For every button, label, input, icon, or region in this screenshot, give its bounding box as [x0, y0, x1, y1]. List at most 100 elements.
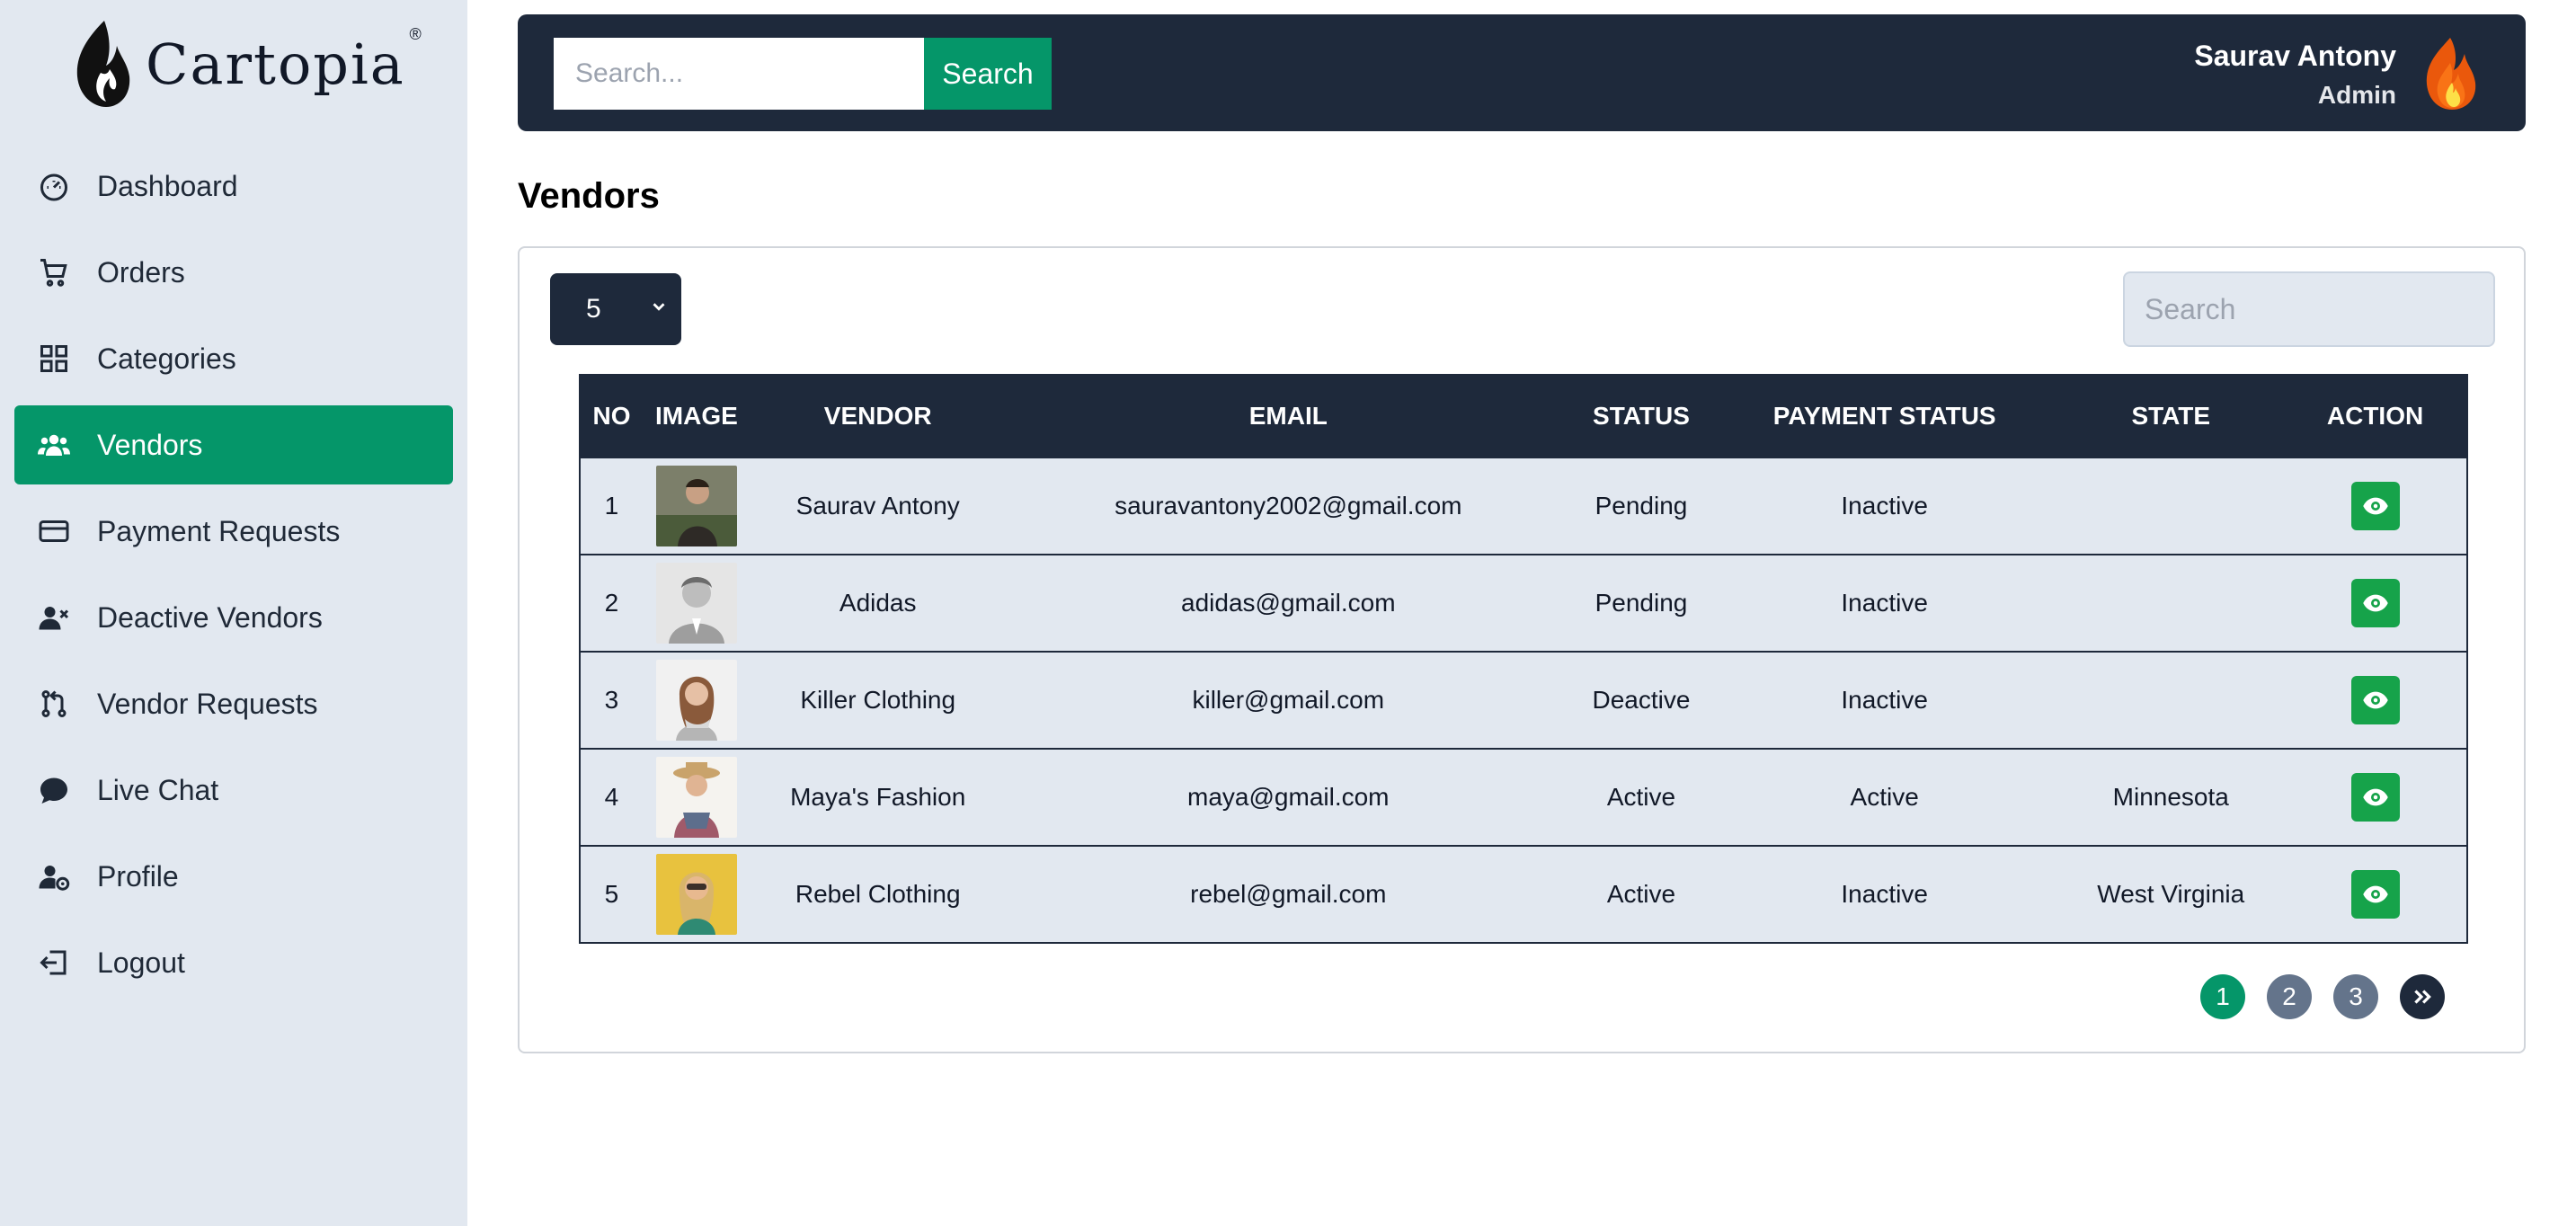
sidebar-item-label: Vendors: [97, 428, 203, 461]
cell-status: Deactive: [1571, 651, 1711, 749]
cell-payment-status: Inactive: [1710, 845, 2058, 943]
table-row: 3 Killer Clothing killer@gmail.com Deact…: [580, 651, 2467, 749]
cell-email: maya@gmail.com: [1005, 748, 1572, 846]
pagination: 1 2 3: [2200, 974, 2445, 1019]
sidebar-item-logout[interactable]: Logout: [14, 923, 453, 1002]
cell-vendor: Saurav Antony: [750, 457, 1006, 555]
sidebar-item-label: Orders: [97, 255, 185, 289]
vendors-card: 5 NO IMAGE VENDOR EMAIL STATUS PAYMENT S…: [518, 246, 2526, 1053]
vendor-photo: [655, 757, 737, 838]
header-search-input[interactable]: [554, 38, 924, 110]
dashboard-icon: [36, 168, 72, 204]
sidebar-item-dashboard[interactable]: Dashboard: [14, 147, 453, 226]
cell-image: [642, 554, 751, 652]
brand-logo[interactable]: Cartopia ®: [70, 16, 422, 111]
cell-email: adidas@gmail.com: [1005, 554, 1572, 652]
cell-state: Minnesota: [2057, 748, 2285, 846]
view-button[interactable]: [2350, 676, 2400, 724]
table-row: 1 Saurav Antony sauravantony2002@gmail.c…: [580, 457, 2467, 555]
table-row: 5 Rebel Clothing rebel@gmail.com Active …: [580, 845, 2467, 943]
cell-image: [642, 845, 751, 943]
table-row: 2 Adidas adidas@gmail.com Pending Inacti…: [580, 554, 2467, 652]
user-x-icon: [36, 600, 72, 635]
double-chevron-right-icon: [2414, 990, 2431, 1004]
page-size-select[interactable]: 5: [550, 273, 681, 345]
cart-icon: [36, 254, 72, 290]
view-button[interactable]: [2350, 870, 2400, 919]
grid-icon: [36, 341, 72, 377]
sidebar-item-label: Deactive Vendors: [97, 600, 323, 634]
vendor-photo: [655, 466, 737, 546]
table-header-row: NO IMAGE VENDOR EMAIL STATUS PAYMENT STA…: [580, 375, 2467, 458]
table-search-input[interactable]: [2123, 271, 2495, 347]
sidebar-item-categories[interactable]: Categories: [14, 319, 453, 398]
column-header-status: STATUS: [1571, 375, 1711, 458]
page-3-button[interactable]: 3: [2333, 974, 2378, 1019]
sidebar-item-label: Live Chat: [97, 773, 219, 806]
sidebar-item-label: Payment Requests: [97, 514, 341, 547]
cell-email: rebel@gmail.com: [1005, 845, 1572, 943]
avatar-fire-icon[interactable]: [2414, 36, 2486, 111]
chat-icon: [36, 772, 72, 808]
eye-icon: [2362, 885, 2388, 903]
cell-image: [642, 748, 751, 846]
cell-vendor: Rebel Clothing: [750, 845, 1006, 943]
cell-image: [642, 651, 751, 749]
cell-email: killer@gmail.com: [1005, 651, 1572, 749]
registered-mark: ®: [409, 25, 422, 43]
cell-vendor: Maya's Fashion: [750, 748, 1006, 846]
cell-payment-status: Inactive: [1710, 554, 2058, 652]
column-header-email: EMAIL: [1005, 375, 1572, 458]
sidebar: Cartopia ® Dashboard Orders Categories V…: [0, 0, 467, 1226]
users-icon: [36, 427, 72, 463]
cell-state: [2057, 457, 2285, 555]
eye-icon: [2362, 691, 2388, 709]
table-row: 4 Maya's Fashion maya@gmail.com Active A…: [580, 748, 2467, 846]
cell-payment-status: Active: [1710, 748, 2058, 846]
page-1-button[interactable]: 1: [2200, 974, 2245, 1019]
sidebar-item-orders[interactable]: Orders: [14, 233, 453, 312]
flame-logo-icon: [76, 21, 130, 107]
credit-card-icon: [36, 513, 72, 549]
eye-icon: [2362, 594, 2388, 612]
sidebar-item-deactive-vendors[interactable]: Deactive Vendors: [14, 578, 453, 657]
cell-vendor: Adidas: [750, 554, 1006, 652]
cell-no: 1: [580, 457, 643, 555]
user-name: Saurav Antony: [2194, 40, 2396, 72]
view-button[interactable]: [2350, 579, 2400, 627]
cell-no: 5: [580, 845, 643, 943]
page-title: Vendors: [518, 176, 660, 216]
sidebar-item-payment-requests[interactable]: Payment Requests: [14, 492, 453, 571]
brand-name: Cartopia: [146, 31, 405, 97]
sidebar-item-label: Profile: [97, 859, 179, 893]
cell-no: 4: [580, 748, 643, 846]
sidebar-item-profile[interactable]: Profile: [14, 837, 453, 916]
vendors-table: NO IMAGE VENDOR EMAIL STATUS PAYMENT STA…: [579, 374, 2468, 944]
cell-action: [2284, 748, 2467, 846]
user-role: Admin: [2317, 81, 2396, 109]
header-search-button[interactable]: Search: [924, 38, 1052, 110]
cell-state: [2057, 554, 2285, 652]
sidebar-item-live-chat[interactable]: Live Chat: [14, 751, 453, 830]
user-info: Saurav Antony Admin: [2194, 34, 2396, 113]
cell-vendor: Killer Clothing: [750, 651, 1006, 749]
top-header: Search Saurav Antony Admin: [518, 14, 2526, 131]
view-button[interactable]: [2350, 482, 2400, 530]
eye-icon: [2362, 788, 2388, 806]
page-size-value: 5: [586, 294, 601, 324]
next-page-button[interactable]: [2400, 974, 2445, 1019]
cell-image: [642, 457, 751, 555]
page-2-button[interactable]: 2: [2267, 974, 2312, 1019]
cell-state: [2057, 651, 2285, 749]
column-header-action: ACTION: [2284, 375, 2467, 458]
sidebar-item-vendors[interactable]: Vendors: [14, 405, 453, 484]
column-header-image: IMAGE: [642, 375, 751, 458]
column-header-state: STATE: [2057, 375, 2285, 458]
cell-payment-status: Inactive: [1710, 457, 2058, 555]
sidebar-item-vendor-requests[interactable]: Vendor Requests: [14, 664, 453, 743]
cell-status: Active: [1571, 845, 1711, 943]
view-button[interactable]: [2350, 773, 2400, 822]
column-header-payment-status: PAYMENT STATUS: [1710, 375, 2058, 458]
sidebar-item-label: Vendor Requests: [97, 687, 318, 720]
cell-state: West Virginia: [2057, 845, 2285, 943]
